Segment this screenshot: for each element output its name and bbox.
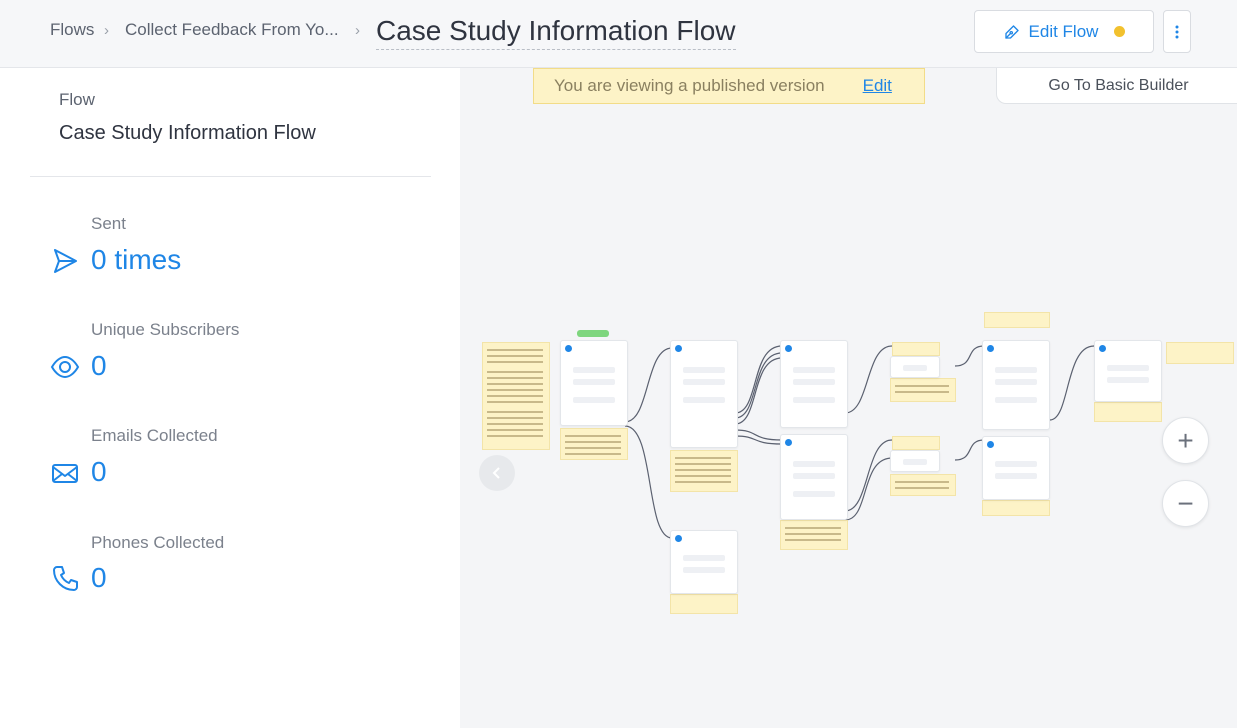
phone-icon [53,566,78,591]
note-card [892,436,940,450]
note-card [984,312,1050,328]
flow-stats-panel: Flow Case Study Information Flow Sent 0 … [0,68,460,728]
note-card [892,342,940,356]
note-card [670,594,738,614]
stat-sent-value: 0 times [91,244,182,275]
edit-flow-button[interactable]: Edit Flow [974,10,1154,53]
chevron-right-icon: › [355,22,360,39]
start-tag [577,330,609,337]
edit-flow-label: Edit Flow [1028,21,1099,41]
eye-icon [50,355,80,379]
flow-node[interactable] [560,340,628,426]
note-card [670,450,738,492]
more-options-button[interactable] [1163,10,1191,53]
breadcrumb-flows[interactable]: Flows [50,20,94,40]
stat-subscribers-label: Unique Subscribers [91,320,240,339]
chevron-left-icon [492,467,500,479]
flow-label: Flow [59,90,95,109]
zoom-out-button[interactable]: − [1162,480,1209,527]
flow-node[interactable] [982,436,1050,500]
flow-name: Case Study Information Flow [59,122,316,144]
top-header: Flows › Collect Feedback From Yo... › Ca… [0,0,1237,68]
flow-node[interactable] [890,356,940,378]
status-dot [1114,26,1126,37]
flow-node[interactable] [1094,340,1162,402]
flow-node[interactable] [890,450,940,472]
stat-subscribers-value: 0 [91,350,107,381]
note-card [780,520,848,550]
stat-emails-value: 0 [91,456,107,487]
stat-phones-value: 0 [91,562,107,593]
flow-node[interactable] [670,530,738,594]
zoom-in-button[interactable]: + [1162,417,1209,464]
stat-phones-label: Phones Collected [91,533,225,552]
note-card [1094,402,1162,422]
collapse-panel-button[interactable] [479,455,515,491]
chevron-right-icon: › [104,22,109,39]
note-card [890,474,956,496]
stat-emails-label: Emails Collected [91,426,218,445]
note-card [982,500,1050,516]
flow-node[interactable] [670,340,738,448]
divider [30,176,431,177]
mail-icon [52,464,78,483]
send-icon [54,249,77,273]
page-title[interactable]: Case Study Information Flow [376,15,736,50]
note-card [482,342,550,450]
flow-node[interactable] [982,340,1050,430]
note-card [1166,342,1234,364]
breadcrumb-collect-feedback[interactable]: Collect Feedback From Yo... [125,20,339,40]
flow-node[interactable] [780,340,848,428]
flow-node[interactable] [780,434,848,520]
stat-sent-label: Sent [91,214,126,233]
note-card [890,378,956,402]
note-card [560,428,628,460]
more-vertical-icon [1175,25,1179,38]
pen-icon [1004,24,1019,39]
flow-canvas[interactable]: You are viewing a published version Edit… [460,68,1237,728]
